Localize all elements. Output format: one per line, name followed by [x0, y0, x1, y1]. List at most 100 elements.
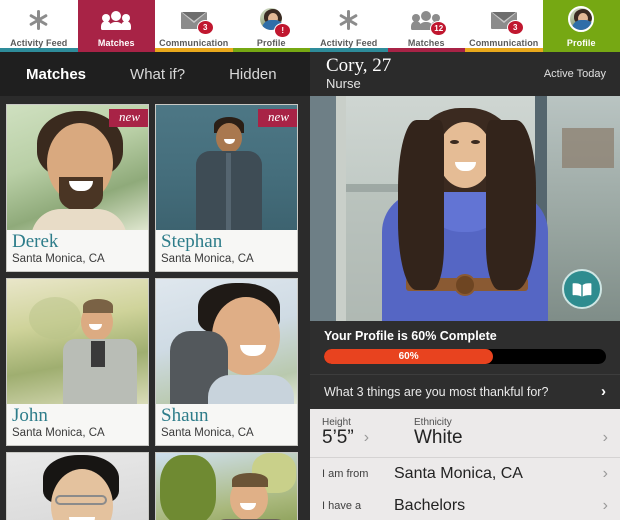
match-card[interactable]: new Stephan Santa Monica, CA — [155, 104, 298, 272]
new-badge: new — [109, 109, 148, 127]
match-photo — [156, 452, 297, 520]
badge-count: 12 — [430, 20, 448, 36]
tab-accent — [232, 48, 310, 52]
subnav-item-matches[interactable]: Matches — [26, 66, 86, 83]
detail-i-have-a[interactable]: I have a Bachelors › — [310, 490, 620, 520]
asterisk-icon — [29, 8, 49, 32]
new-badge: new — [258, 109, 297, 127]
completion-percent-label: 60% — [398, 351, 419, 362]
left-tabbar: Activity Feed Matches 3 Communication ! … — [0, 0, 310, 52]
match-meta: Derek Santa Monica, CA — [7, 230, 148, 271]
avatar-icon: ! — [258, 6, 292, 38]
tab-accent — [155, 48, 233, 52]
detail-i-am-from[interactable]: I am from Santa Monica, CA › — [310, 458, 620, 490]
match-photo — [7, 278, 148, 404]
matches-subnav: Matches What if? Hidden — [0, 52, 310, 96]
envelope-icon: 3 — [490, 8, 524, 35]
subnav-item-what-if[interactable]: What if? — [130, 66, 185, 83]
tab-label: Profile — [256, 38, 286, 48]
asterisk-icon — [339, 8, 359, 32]
subnav-item-hidden[interactable]: Hidden — [229, 66, 277, 83]
chevron-right-icon: › — [602, 496, 608, 514]
match-card[interactable]: new Derek Santa Monica, CA — [6, 104, 149, 272]
tab-label: Communication — [159, 38, 229, 48]
chevron-right-icon: › — [601, 383, 606, 400]
match-meta: John Santa Monica, CA — [7, 404, 148, 445]
profile-occupation: Nurse — [326, 76, 361, 92]
match-card[interactable]: Shaun Santa Monica, CA — [155, 277, 298, 446]
detail-value: Bachelors — [394, 496, 466, 514]
tab-label: Matches — [407, 38, 445, 48]
tab-accent — [465, 48, 543, 52]
open-book-icon[interactable] — [562, 269, 602, 309]
app-root: Activity Feed Matches 3 Communication ! … — [0, 0, 620, 520]
tab-matches[interactable]: Matches — [77, 0, 155, 52]
profile-question-row[interactable]: What 3 things are you most thankful for?… — [310, 374, 620, 409]
chevron-right-icon: › — [363, 428, 370, 446]
badge-count: 3 — [506, 19, 524, 35]
envelope-icon: 3 — [180, 8, 214, 35]
chevron-right-icon: › — [602, 428, 608, 446]
matches-grid: new Derek Santa Monica, CA new Stephan S… — [0, 96, 310, 520]
match-photo — [156, 278, 297, 404]
detail-label: I am from — [322, 467, 369, 480]
tab-label: Communication — [469, 38, 539, 48]
tab-accent — [387, 48, 465, 52]
tab-accent — [542, 48, 620, 52]
match-meta: Stephan Santa Monica, CA — [156, 230, 297, 271]
detail-value: White — [414, 427, 463, 448]
match-name: Shaun — [161, 404, 209, 426]
profile-hero-photo[interactable] — [310, 96, 620, 321]
left-panel: Activity Feed Matches 3 Communication ! … — [0, 0, 310, 520]
profile-details: Height 5’5” › Ethnicity White › I am fro… — [310, 409, 620, 520]
people-icon — [101, 8, 132, 32]
match-location: Santa Monica, CA — [12, 252, 105, 265]
tab-activity-feed[interactable]: Activity Feed — [0, 0, 78, 52]
match-card[interactable] — [6, 451, 149, 520]
detail-value: 5’5” — [322, 427, 354, 448]
tab-matches[interactable]: 12 Matches — [387, 0, 465, 52]
badge-count: 3 — [196, 19, 214, 35]
right-tabbar: Activity Feed 12 Matches 3 Communication… — [310, 0, 620, 52]
detail-label: I have a — [322, 499, 362, 512]
completion-progressbar: 60% — [324, 349, 606, 364]
detail-height[interactable]: Height 5’5” › — [322, 417, 414, 448]
details-top-row: Height 5’5” › Ethnicity White › — [310, 409, 620, 458]
tab-communication[interactable]: 3 Communication — [465, 0, 543, 52]
tab-label: Profile — [566, 38, 596, 48]
match-name: Derek — [12, 231, 59, 252]
tab-label: Matches — [97, 38, 135, 48]
match-card[interactable] — [155, 451, 298, 520]
detail-ethnicity[interactable]: Ethnicity White › — [414, 417, 608, 448]
match-name: John — [12, 404, 48, 426]
profile-active-status: Active Today — [543, 68, 606, 80]
match-location: Santa Monica, CA — [161, 252, 254, 265]
profile-header: Cory, 27 Nurse Active Today — [310, 52, 620, 96]
people-icon: 12 — [411, 8, 448, 36]
tab-communication[interactable]: 3 Communication — [155, 0, 233, 52]
match-photo — [7, 452, 148, 520]
match-card[interactable]: John Santa Monica, CA — [6, 277, 149, 446]
question-text: What 3 things are you most thankful for? — [324, 384, 549, 399]
tab-profile[interactable]: Profile — [542, 0, 620, 52]
match-name: Stephan — [161, 231, 223, 252]
completion-title: Your Profile is 60% Complete — [324, 329, 497, 343]
chevron-right-icon: › — [602, 464, 608, 482]
avatar-icon — [568, 6, 595, 32]
right-panel: Activity Feed 12 Matches 3 Communication… — [310, 0, 620, 520]
match-location: Santa Monica, CA — [12, 426, 105, 439]
tab-label: Activity Feed — [320, 38, 378, 48]
match-photo: new — [156, 105, 297, 230]
tab-accent — [310, 48, 388, 52]
profile-completion: Your Profile is 60% Complete 60% — [310, 321, 620, 374]
tab-label: Activity Feed — [10, 38, 68, 48]
match-meta: Shaun Santa Monica, CA — [156, 404, 297, 445]
tab-activity-feed[interactable]: Activity Feed — [310, 0, 388, 52]
tab-accent — [77, 48, 155, 52]
completion-progress-fill: 60% — [324, 349, 494, 364]
match-location: Santa Monica, CA — [161, 426, 254, 439]
profile-identity: Cory, 27 Nurse — [326, 56, 391, 91]
match-photo: new — [7, 105, 148, 230]
tab-profile[interactable]: ! Profile — [232, 0, 310, 52]
tab-accent — [0, 48, 78, 52]
